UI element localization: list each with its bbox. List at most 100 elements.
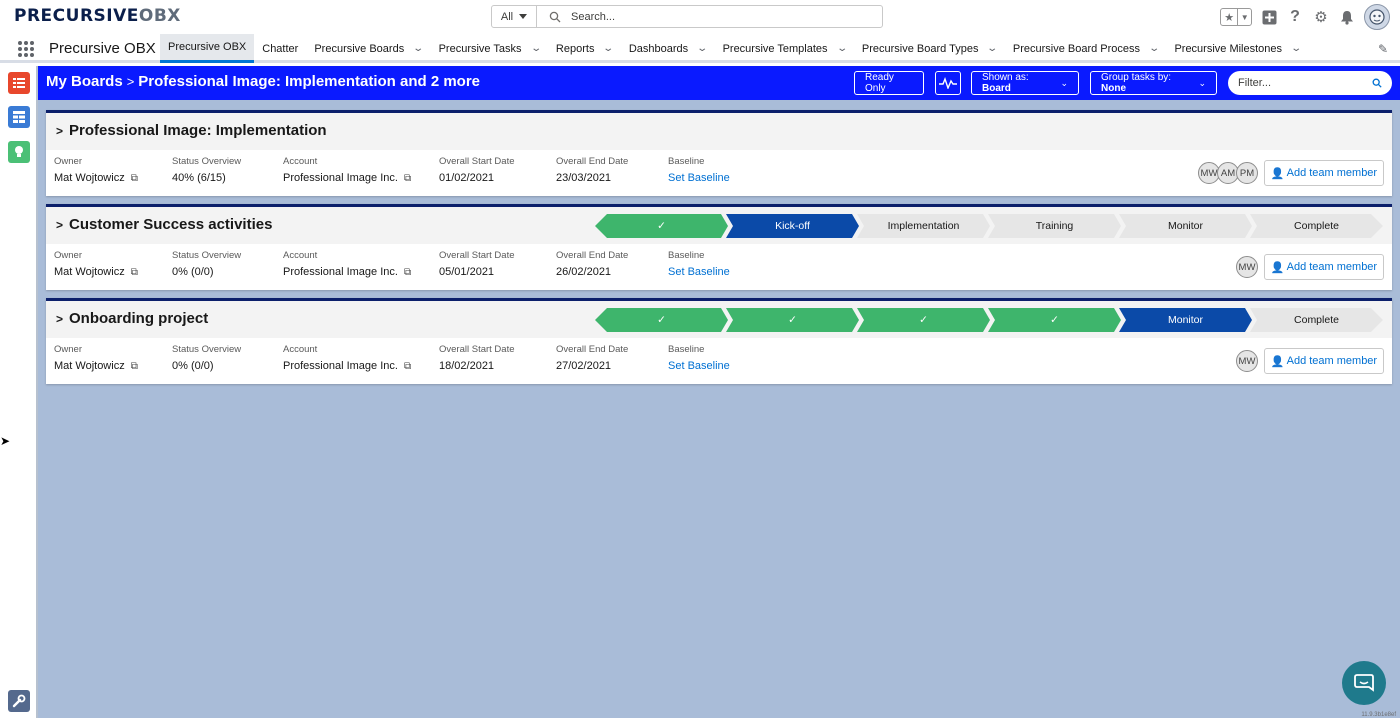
- owner-name[interactable]: Mat Wojtowicz: [54, 266, 125, 278]
- board-title[interactable]: > Customer Success activities: [56, 216, 272, 233]
- search-icon[interactable]: [1372, 78, 1382, 88]
- status-label: Status Overview: [172, 344, 242, 355]
- gear-icon[interactable]: ⚙: [1312, 8, 1330, 26]
- search-scope-select[interactable]: All: [492, 6, 537, 27]
- tab-dashboards[interactable]: Dashboards ⌄: [621, 34, 715, 63]
- tab-precursive-boards[interactable]: Precursive Boards ⌄: [306, 34, 430, 63]
- path-step[interactable]: Kick-off: [726, 214, 859, 238]
- chevron-down-icon[interactable]: ⌄: [987, 43, 999, 54]
- owner-name[interactable]: Mat Wojtowicz: [54, 172, 125, 184]
- path-step[interactable]: Training: [988, 214, 1121, 238]
- chevron-down-icon[interactable]: ⌄: [696, 43, 708, 54]
- set-baseline-link[interactable]: Set Baseline: [668, 360, 730, 372]
- breadcrumb-my-boards[interactable]: My Boards: [46, 73, 123, 90]
- chevron-right-icon[interactable]: >: [56, 312, 63, 326]
- tab-precursive-board-types[interactable]: Precursive Board Types ⌄: [854, 34, 1005, 63]
- external-link-icon[interactable]: ⧉: [404, 173, 411, 184]
- precursive-logo[interactable]: PRECURSIVEOBX: [14, 6, 181, 26]
- path-step[interactable]: Monitor: [1119, 308, 1252, 332]
- set-baseline-link[interactable]: Set Baseline: [668, 172, 730, 184]
- board-card-header[interactable]: > Professional Image: Implementation: [46, 113, 1392, 150]
- account-name[interactable]: Professional Image Inc.: [283, 360, 398, 372]
- task-list-icon[interactable]: [8, 72, 30, 94]
- chevron-down-icon[interactable]: ⌄: [530, 43, 542, 54]
- chevron-down-icon[interactable]: ⌄: [1148, 43, 1160, 54]
- chevron-down-icon[interactable]: ⌄: [603, 43, 615, 54]
- external-link-icon[interactable]: ⧉: [131, 173, 138, 184]
- baseline-label: Baseline: [668, 344, 705, 355]
- ready-only-button[interactable]: Ready Only: [854, 71, 924, 95]
- account-name[interactable]: Professional Image Inc.: [283, 266, 398, 278]
- tab-chatter[interactable]: Chatter: [254, 34, 306, 63]
- external-link-icon[interactable]: ⧉: [131, 267, 138, 278]
- tab-precursive-templates[interactable]: Precursive Templates ⌄: [715, 34, 854, 63]
- header-utilities: ★ ▼ ? ⚙: [1220, 4, 1390, 30]
- app-launcher-icon[interactable]: [18, 41, 34, 57]
- chevron-right-icon[interactable]: >: [56, 218, 63, 232]
- external-link-icon[interactable]: ⧉: [404, 267, 411, 278]
- board-card-header[interactable]: > Customer Success activities ✓ Kick-off …: [46, 207, 1392, 244]
- path-step-label: Kick-off: [775, 220, 810, 232]
- add-team-member-button[interactable]: 👤 Add team member: [1264, 348, 1384, 374]
- account-name[interactable]: Professional Image Inc.: [283, 172, 398, 184]
- chevron-down-icon[interactable]: ⌄: [413, 43, 425, 54]
- filter-input[interactable]: [1238, 77, 1358, 89]
- tab-precursive-board-process[interactable]: Precursive Board Process ⌄: [1005, 34, 1167, 63]
- board-workspace: My Boards > Professional Image: Implemen…: [38, 66, 1400, 718]
- tab-precursive-milestones[interactable]: Precursive Milestones ⌄: [1166, 34, 1308, 63]
- status-field: Status Overview 40% (6/15): [172, 156, 241, 184]
- set-baseline-link[interactable]: Set Baseline: [668, 266, 730, 278]
- chat-launcher-button[interactable]: [1342, 661, 1386, 705]
- board-title[interactable]: > Onboarding project: [56, 310, 208, 327]
- tab-precursive-tasks[interactable]: Precursive Tasks ⌄: [431, 34, 548, 63]
- user-avatar[interactable]: [1364, 4, 1390, 30]
- path-step[interactable]: ✓: [595, 214, 728, 238]
- edit-nav-pencil-icon[interactable]: ✎: [1378, 42, 1388, 56]
- add-icon[interactable]: [1260, 8, 1278, 26]
- wrench-icon[interactable]: [8, 690, 30, 712]
- owner-name[interactable]: Mat Wojtowicz: [54, 360, 125, 372]
- favorites-dropdown-icon[interactable]: ▼: [1238, 9, 1251, 25]
- account-value: Professional Image Inc. ⧉: [283, 266, 411, 278]
- external-link-icon[interactable]: ⧉: [131, 361, 138, 372]
- add-team-member-button[interactable]: 👤 Add team member: [1264, 160, 1384, 186]
- path-step[interactable]: Complete: [1250, 214, 1383, 238]
- board-fields: Owner Mat Wojtowicz ⧉ Status Overview 0% (0…: [54, 344, 1054, 384]
- external-link-icon[interactable]: ⧉: [404, 361, 411, 372]
- chevron-down-icon[interactable]: ⌄: [836, 43, 848, 54]
- help-icon[interactable]: ?: [1286, 8, 1304, 26]
- board-card-header[interactable]: > Onboarding project ✓ ✓ ✓ ✓ Monitor Comp…: [46, 301, 1392, 338]
- board-card: > Onboarding project ✓ ✓ ✓ ✓ Monitor Comp…: [46, 298, 1392, 384]
- path-step[interactable]: ✓: [857, 308, 990, 332]
- activity-pulse-button[interactable]: [935, 71, 961, 95]
- left-utility-bar: [0, 66, 38, 718]
- star-icon[interactable]: ★: [1221, 9, 1239, 25]
- end-date-label: Overall End Date: [556, 250, 629, 261]
- add-team-member-button[interactable]: 👤 Add team member: [1264, 254, 1384, 280]
- path-step[interactable]: ✓: [726, 308, 859, 332]
- favorites-group[interactable]: ★ ▼: [1220, 8, 1252, 26]
- path-step[interactable]: ✓: [988, 308, 1121, 332]
- lightbulb-icon[interactable]: [8, 141, 30, 163]
- path-step[interactable]: Implementation: [857, 214, 990, 238]
- team-avatar[interactable]: MW: [1236, 350, 1258, 372]
- search-input[interactable]: [571, 10, 851, 23]
- team-avatar[interactable]: MW: [1236, 256, 1258, 278]
- tab-precursive-obx[interactable]: Precursive OBX: [160, 34, 255, 63]
- end-date-label: Overall End Date: [556, 156, 629, 167]
- status-label: Status Overview: [172, 250, 242, 261]
- path-step[interactable]: ✓: [595, 308, 728, 332]
- board-grid-icon[interactable]: [8, 106, 30, 128]
- path-step[interactable]: Complete: [1250, 308, 1383, 332]
- bell-icon[interactable]: [1338, 8, 1356, 26]
- chevron-right-icon[interactable]: >: [56, 124, 63, 138]
- board-title[interactable]: > Professional Image: Implementation: [56, 122, 327, 139]
- group-tasks-dropdown[interactable]: Group tasks by: None ⌄: [1090, 71, 1217, 95]
- shown-as-dropdown[interactable]: Shown as: Board ⌄: [971, 71, 1079, 95]
- team-avatar[interactable]: PM: [1236, 162, 1258, 184]
- add-team-member-label: Add team member: [1286, 261, 1378, 273]
- owner-label: Owner: [54, 344, 82, 355]
- path-step[interactable]: Monitor: [1119, 214, 1252, 238]
- tab-reports[interactable]: Reports ⌄: [548, 34, 621, 63]
- chevron-down-icon[interactable]: ⌄: [1290, 43, 1302, 54]
